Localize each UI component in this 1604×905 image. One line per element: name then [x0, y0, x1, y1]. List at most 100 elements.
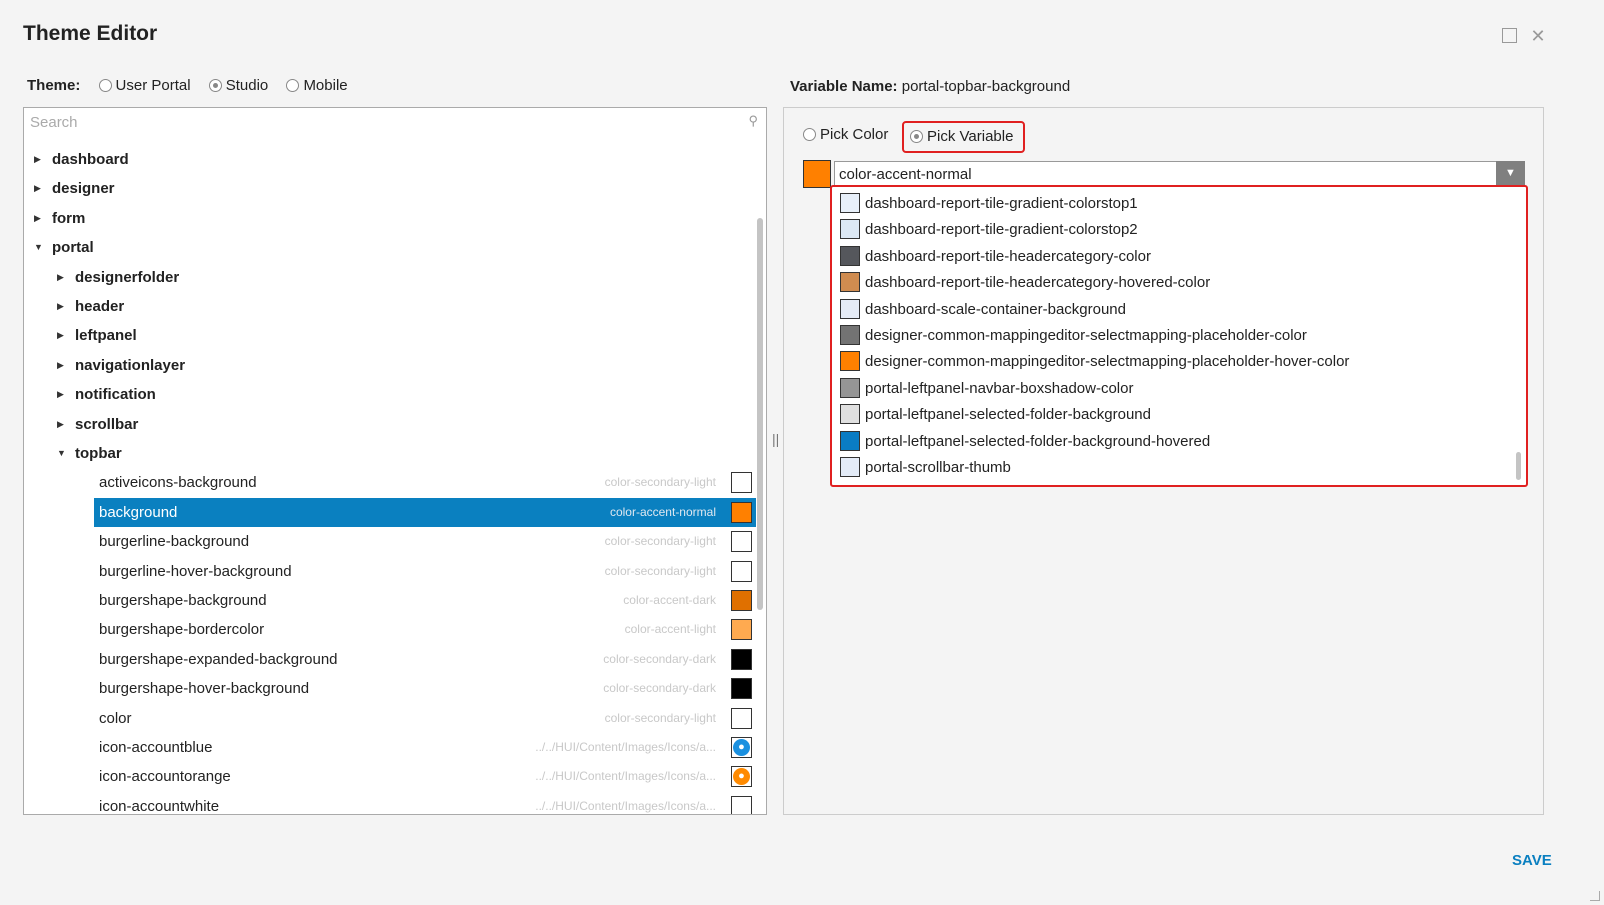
search-input[interactable]: Search ⚲ — [23, 107, 767, 136]
close-icon[interactable]: ✕ — [1530, 27, 1546, 45]
search-icon[interactable]: ⚲ — [748, 113, 758, 129]
tree-item[interactable]: ▶ header — [24, 292, 756, 321]
tree-item[interactable]: background color-accent-normal — [94, 497, 756, 527]
caret-right-icon[interactable]: ▶ — [57, 351, 64, 380]
theme-label: Theme: — [27, 77, 81, 94]
color-swatch[interactable] — [731, 707, 752, 729]
tree-item-label: background — [99, 503, 178, 521]
account-icon[interactable]: ● — [731, 766, 752, 788]
color-swatch — [840, 457, 860, 477]
caret-right-icon[interactable]: ▶ — [57, 263, 64, 292]
color-swatch[interactable] — [731, 472, 752, 494]
theme-option-studio[interactable]: Studio — [208, 77, 268, 94]
color-swatch[interactable] — [731, 590, 752, 611]
tree-item[interactable]: ▶ leftpanel — [24, 321, 756, 350]
tree-scrollbar[interactable] — [757, 218, 763, 610]
tree-item[interactable]: burgershape-bordercolor color-accent-ligh… — [24, 615, 756, 644]
tree-item-label: notification — [75, 386, 156, 404]
caret-right-icon[interactable]: ▶ — [34, 204, 41, 233]
dropdown-option[interactable]: portal-leftpanel-selected-folder-backgro… — [840, 402, 1151, 428]
caret-right-icon[interactable]: ▶ — [57, 292, 64, 321]
tree-item[interactable]: ▶ form — [24, 204, 756, 233]
tree-item-label: color — [99, 709, 132, 727]
radio-icon[interactable] — [286, 79, 300, 92]
theme-option-mobile[interactable]: Mobile — [286, 77, 348, 94]
theme-option-user-portal[interactable]: User Portal — [98, 77, 191, 94]
tree-item-label: form — [52, 209, 86, 227]
radio-icon[interactable] — [803, 128, 816, 141]
tree-item-label: burgershape-expanded-background — [99, 650, 338, 668]
tree-item-value: color-secondary-light — [604, 475, 716, 490]
tree-item-value: color-accent-normal — [609, 504, 716, 519]
pick-color-option[interactable]: Pick Color — [803, 126, 888, 143]
tree-item-value: ../../HUI/Content/Images/Icons/a... — [535, 769, 716, 784]
color-swatch[interactable] — [731, 648, 752, 670]
color-swatch[interactable] — [731, 678, 752, 700]
tree-item[interactable]: burgerline-hover-background color-seconda… — [24, 557, 756, 586]
splitter-handle[interactable]: || — [772, 431, 779, 447]
tree-item-label: portal — [52, 239, 94, 257]
maximize-icon[interactable] — [1502, 28, 1518, 44]
caret-right-icon[interactable]: ▶ — [57, 380, 64, 409]
tree-item[interactable]: icon-accountblue ../../HUI/Content/Images… — [24, 733, 756, 762]
caret-right-icon[interactable]: ▶ — [57, 410, 64, 439]
tree-item[interactable]: icon-accountorange ../../HUI/Content/Imag… — [24, 762, 756, 791]
radio-icon[interactable] — [208, 79, 222, 92]
dropdown-option[interactable]: designer-common-mappingeditor-selectmapp… — [840, 349, 1349, 375]
caret-right-icon[interactable]: ▶ — [57, 321, 64, 350]
dropdown-option[interactable]: portal-leftpanel-selected-folder-backgro… — [840, 429, 1210, 455]
dropdown-option[interactable]: dashboard-report-tile-headercategory-col… — [840, 244, 1151, 270]
color-swatch[interactable] — [731, 531, 752, 553]
variable-dropdown[interactable]: color-accent-normal — [834, 161, 1525, 186]
dropdown-option[interactable]: portal-leftpanel-navbar-boxshadow-color — [840, 376, 1133, 402]
tree-item[interactable]: ▶ dashboard — [24, 145, 756, 174]
color-swatch — [840, 298, 860, 319]
color-swatch[interactable] — [731, 501, 752, 523]
dropdown-option[interactable]: dashboard-report-tile-headercategory-hov… — [840, 270, 1210, 296]
dropdown-option[interactable]: dashboard-report-tile-gradient-colorstop… — [840, 217, 1138, 243]
tree-item[interactable]: icon-accountwhite ../../HUI/Content/Image… — [24, 792, 756, 814]
caret-down-icon[interactable]: ▼ — [57, 439, 66, 468]
tree-item-label: burgershape-bordercolor — [99, 621, 265, 639]
dropdown-option[interactable]: portal-scrollbar-thumb — [840, 455, 1011, 481]
caret-right-icon[interactable]: ▶ — [34, 145, 41, 174]
resize-grip-icon[interactable] — [1590, 891, 1600, 901]
caret-right-icon[interactable]: ▶ — [34, 174, 41, 203]
dropdown-option[interactable]: dashboard-report-tile-gradient-colorstop… — [840, 191, 1138, 217]
tree-item[interactable]: ▶ scrollbar — [24, 410, 756, 439]
tree-item[interactable]: ▼ portal — [24, 233, 756, 262]
tree-item[interactable]: burgerline-background color-secondary-lig… — [24, 527, 756, 556]
tree-item-label: burgerline-background — [99, 533, 250, 551]
tree-item[interactable]: ▼ topbar — [24, 439, 756, 468]
tree-item[interactable]: ▶ notification — [24, 380, 756, 409]
tree-item-value: ../../HUI/Content/Images/Icons/a... — [535, 798, 716, 813]
tree-item[interactable]: ▶ designer — [24, 174, 756, 203]
option-label: dashboard-report-tile-headercategory-hov… — [865, 274, 1211, 292]
current-color-swatch — [803, 160, 831, 188]
tree-item[interactable]: burgershape-background color-accent-dark — [24, 586, 756, 615]
radio-icon[interactable] — [910, 130, 923, 143]
color-swatch — [840, 351, 860, 372]
color-swatch[interactable] — [731, 619, 752, 641]
tree-item[interactable]: activeicons-background color-secondary-li… — [24, 468, 756, 497]
pick-variable-option[interactable]: Pick Variable — [902, 121, 1025, 153]
tree-item[interactable]: ▶ designerfolder — [24, 263, 756, 292]
caret-down-icon[interactable]: ▼ — [34, 233, 43, 262]
dropdown-option[interactable]: dashboard-scale-container-background — [840, 297, 1126, 323]
color-swatch[interactable] — [731, 560, 752, 582]
dropdown-arrow-icon[interactable]: ▼ — [1496, 161, 1525, 186]
dropdown-scrollbar[interactable] — [1516, 452, 1521, 480]
tree-item[interactable]: burgershape-expanded-background color-sec… — [24, 645, 756, 674]
radio-icon[interactable] — [98, 79, 112, 92]
account-icon[interactable] — [731, 795, 752, 814]
tree-item[interactable]: ▶ navigationlayer — [24, 351, 756, 380]
option-label: dashboard-report-tile-gradient-colorstop… — [865, 221, 1138, 239]
account-icon[interactable]: ● — [731, 737, 752, 758]
color-swatch — [840, 193, 860, 213]
save-button[interactable]: SAVE — [1512, 852, 1552, 869]
tree-item[interactable]: color color-secondary-light — [24, 704, 756, 733]
dropdown-option[interactable]: designer-common-mappingeditor-selectmapp… — [840, 323, 1307, 349]
tree-item-label: designerfolder — [75, 268, 180, 286]
tree-item[interactable]: burgershape-hover-background color-second… — [24, 674, 756, 703]
tree-item-value: color-secondary-dark — [603, 651, 716, 666]
